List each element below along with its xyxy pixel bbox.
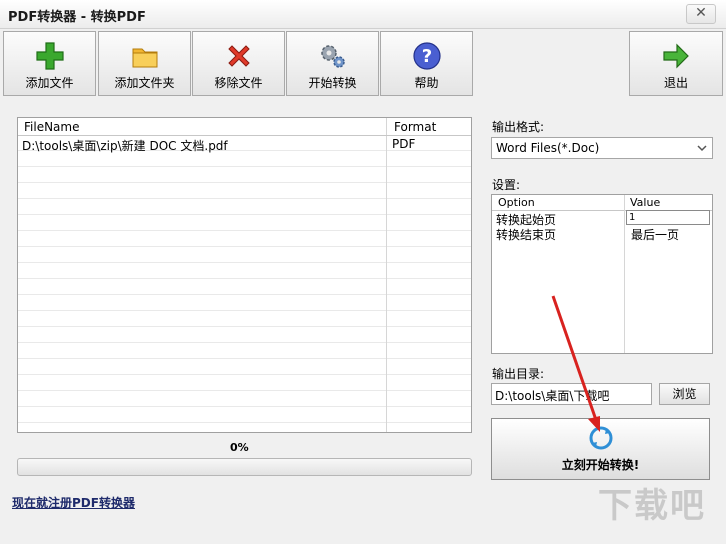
- file-list-header: FileName Format: [18, 118, 471, 136]
- exit-label: 退出: [663, 76, 688, 90]
- end-page-value[interactable]: 最后一页: [631, 226, 679, 243]
- progress-percent: 0%: [230, 441, 249, 454]
- settings-row[interactable]: 转换结束页 最后一页: [492, 226, 712, 243]
- end-page-option: 转换结束页: [496, 228, 557, 242]
- window-title: PDF转换器 - 转换PDF: [8, 10, 146, 25]
- help-button[interactable]: ? 帮助: [380, 31, 473, 96]
- convert-cycle-icon: [589, 426, 613, 450]
- filename-column-header[interactable]: FileName: [24, 120, 79, 134]
- start-convert-label: 开始转换: [308, 76, 357, 90]
- add-file-label: 添加文件: [25, 76, 74, 90]
- svg-text:?: ?: [421, 46, 431, 67]
- exit-arrow-icon: [663, 43, 689, 69]
- remove-file-label: 移除文件: [214, 76, 263, 90]
- add-file-button[interactable]: 添加文件: [3, 31, 96, 96]
- remove-x-icon: [227, 45, 250, 67]
- close-button[interactable]: ✕: [686, 4, 716, 24]
- settings-grid[interactable]: Option Value 转换起始页 1 转换结束页 最后一页: [491, 194, 713, 354]
- exit-button[interactable]: 退出: [629, 31, 723, 96]
- file-row[interactable]: D:\tools\桌面\zip\新建 DOC 文档.pdf PDF: [18, 136, 471, 153]
- add-folder-button[interactable]: 添加文件夹: [98, 31, 191, 96]
- add-plus-icon: [35, 42, 64, 70]
- start-now-label: 立刻开始转换!: [561, 458, 640, 472]
- add-folder-label: 添加文件夹: [114, 76, 175, 90]
- remove-file-button[interactable]: 移除文件: [192, 31, 285, 96]
- start-convert-button[interactable]: 开始转换: [286, 31, 379, 96]
- settings-header: Option Value: [492, 195, 712, 211]
- browse-button[interactable]: 浏览: [659, 383, 710, 405]
- help-question-icon: ?: [412, 42, 441, 70]
- output-format-value: Word Files(*.Doc): [496, 141, 600, 155]
- option-column-header[interactable]: Option: [498, 196, 535, 209]
- output-format-label: 输出格式:: [492, 120, 545, 134]
- start-page-value-input[interactable]: 1: [626, 210, 710, 225]
- output-dir-input[interactable]: D:\tools\桌面\下载吧: [491, 383, 652, 405]
- column-divider-line: [386, 136, 387, 432]
- output-format-select[interactable]: Word Files(*.Doc): [491, 137, 713, 159]
- toolbar: 添加文件 添加文件夹 移除文件 开始转换 ? 帮助 退出: [0, 31, 726, 98]
- column-separator[interactable]: [386, 118, 387, 135]
- gears-icon: [320, 45, 345, 68]
- value-column-header[interactable]: Value: [630, 196, 660, 209]
- register-link[interactable]: 现在就注册PDF转换器: [12, 494, 135, 511]
- folder-icon: [132, 48, 157, 68]
- start-now-button[interactable]: 立刻开始转换!: [491, 418, 710, 480]
- settings-label: 设置:: [492, 178, 521, 192]
- progress-bar: [17, 458, 472, 476]
- watermark-logo: 下载吧: [598, 486, 706, 526]
- settings-row[interactable]: 转换起始页 1: [492, 210, 712, 227]
- file-list[interactable]: FileName Format D:\tools\桌面\zip\新建 DOC 文…: [17, 117, 472, 433]
- file-name-cell: D:\tools\桌面\zip\新建 DOC 文档.pdf: [22, 139, 228, 153]
- title-bar: PDF转换器 - 转换PDF ✕: [0, 0, 726, 29]
- format-column-header[interactable]: Format: [394, 120, 436, 134]
- help-label: 帮助: [414, 76, 439, 90]
- file-format-cell: PDF: [392, 137, 416, 151]
- chevron-down-icon: [697, 145, 707, 152]
- output-dir-label: 输出目录:: [492, 367, 545, 381]
- output-dir-value: D:\tools\桌面\下载吧: [495, 389, 610, 403]
